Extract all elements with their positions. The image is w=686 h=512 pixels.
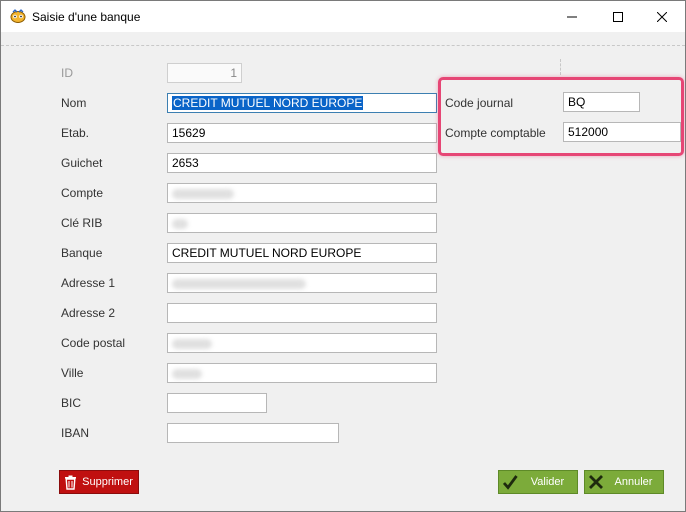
maximize-icon bbox=[613, 11, 623, 22]
adresse1-input[interactable] bbox=[167, 273, 437, 293]
delete-button[interactable]: Supprimer bbox=[59, 470, 139, 494]
banque-label: Banque bbox=[61, 246, 103, 260]
compte-label: Compte bbox=[61, 186, 104, 200]
cancel-button[interactable]: Annuler bbox=[584, 470, 664, 494]
divider bbox=[1, 45, 685, 46]
adresse2-input[interactable] bbox=[167, 303, 437, 323]
x-mark-icon bbox=[588, 474, 604, 490]
minimize-icon bbox=[567, 16, 577, 17]
code-postal-input[interactable] bbox=[167, 333, 437, 353]
redacted-value bbox=[172, 339, 212, 349]
compte-comptable-label: Compte comptable bbox=[445, 126, 546, 140]
guichet-input[interactable]: 2653 bbox=[167, 153, 437, 173]
checkmark-icon bbox=[502, 474, 518, 490]
close-button[interactable] bbox=[639, 1, 685, 32]
iban-label: IBAN bbox=[61, 426, 90, 440]
redacted-value bbox=[172, 369, 202, 379]
nom-value: CREDIT MUTUEL NORD EUROPE bbox=[172, 96, 364, 110]
etab-input[interactable]: 15629 bbox=[167, 123, 437, 143]
guichet-label: Guichet bbox=[61, 156, 103, 170]
redacted-value bbox=[172, 279, 306, 289]
dialog-window: Saisie d'une banque ID Nom Etab. Guichet… bbox=[0, 0, 686, 512]
close-icon bbox=[657, 11, 667, 22]
divider bbox=[560, 59, 561, 75]
compte-input[interactable] bbox=[167, 183, 437, 203]
adresse2-label: Adresse 2 bbox=[61, 306, 116, 320]
title-bar[interactable]: Saisie d'une banque bbox=[1, 1, 685, 32]
bic-label: BIC bbox=[61, 396, 82, 410]
id-field: 1 bbox=[167, 63, 242, 83]
window-title: Saisie d'une banque bbox=[32, 10, 141, 24]
cancel-label: Annuler bbox=[614, 476, 653, 488]
delete-label: Supprimer bbox=[82, 476, 133, 488]
etab-label: Etab. bbox=[61, 126, 90, 140]
ok-button[interactable]: Valider bbox=[498, 470, 578, 494]
nom-input[interactable]: CREDIT MUTUEL NORD EUROPE bbox=[167, 93, 437, 113]
app-icon bbox=[10, 9, 26, 23]
highlight-box bbox=[438, 77, 684, 156]
ville-label: Ville bbox=[61, 366, 84, 380]
trash-icon bbox=[64, 475, 77, 490]
banque-input[interactable]: CREDIT MUTUEL NORD EUROPE bbox=[167, 243, 437, 263]
cle-rib-input[interactable] bbox=[167, 213, 437, 233]
nom-label: Nom bbox=[61, 96, 87, 110]
code-journal-label: Code journal bbox=[445, 96, 514, 110]
code-postal-label: Code postal bbox=[61, 336, 126, 350]
cle-rib-label: Clé RIB bbox=[61, 216, 103, 230]
id-label: ID bbox=[61, 66, 73, 80]
ok-label: Valider bbox=[530, 476, 565, 488]
code-journal-input[interactable]: BQ bbox=[563, 92, 640, 112]
iban-input[interactable] bbox=[167, 423, 339, 443]
adresse1-label: Adresse 1 bbox=[61, 276, 116, 290]
redacted-value bbox=[172, 189, 234, 199]
maximize-button[interactable] bbox=[595, 1, 641, 32]
ville-input[interactable] bbox=[167, 363, 437, 383]
minimize-button[interactable] bbox=[549, 1, 595, 32]
redacted-value bbox=[172, 219, 188, 229]
bic-input[interactable] bbox=[167, 393, 267, 413]
compte-comptable-input[interactable]: 512000 bbox=[563, 122, 681, 142]
